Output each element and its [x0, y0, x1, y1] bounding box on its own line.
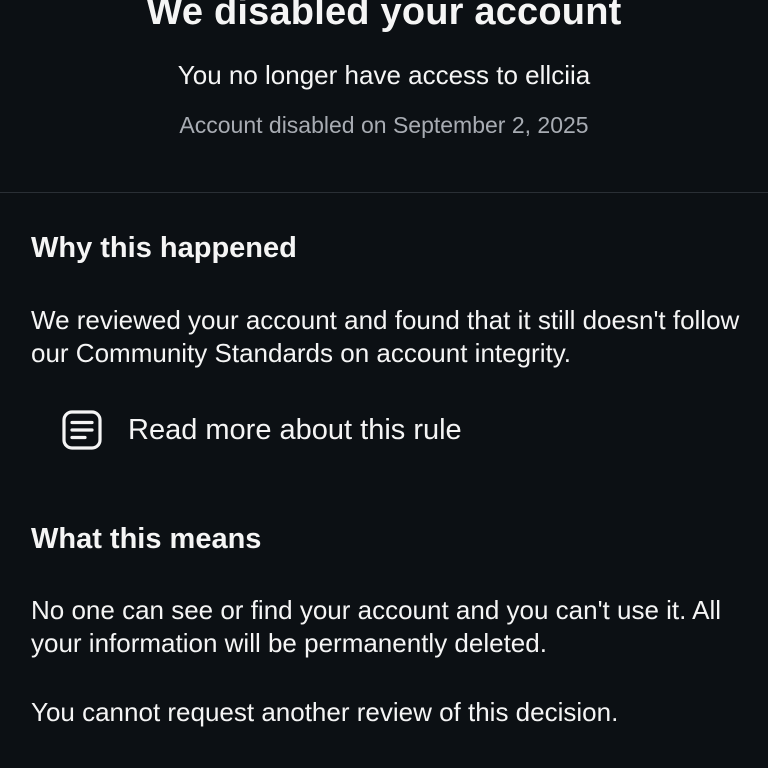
disabled-date: Account disabled on September 2, 2025	[179, 112, 589, 138]
why-body: We reviewed your account and found that …	[31, 305, 740, 368]
access-subtitle: You no longer have access to ellciia	[177, 60, 591, 90]
means-body: No one can see or find your account and …	[31, 595, 722, 658]
means-heading: What this means	[31, 523, 262, 555]
account-disabled-screen: We disabled your account You no longer h…	[0, 0, 768, 768]
page-title: We disabled your account	[146, 0, 622, 33]
section-divider	[0, 192, 768, 193]
document-icon	[60, 408, 104, 452]
read-more-rule-link[interactable]: Read more about this rule	[60, 404, 462, 456]
review-note: You cannot request another review of thi…	[31, 697, 619, 727]
read-more-rule-label: Read more about this rule	[128, 414, 462, 446]
why-heading: Why this happened	[31, 232, 297, 264]
